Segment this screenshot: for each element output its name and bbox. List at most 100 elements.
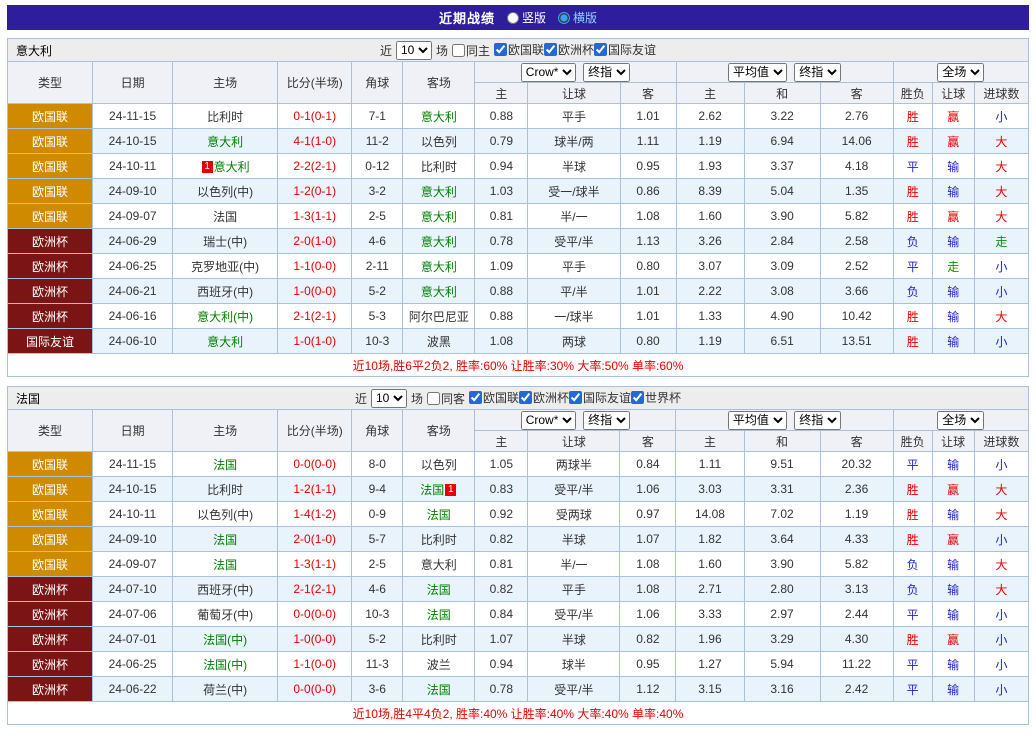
score[interactable]: 1-3(1-1) (278, 204, 352, 229)
home-team[interactable]: 意大利(中) (173, 304, 278, 329)
home-team[interactable]: 法国 (173, 527, 278, 552)
league-checkbox[interactable] (519, 391, 532, 404)
away-team[interactable]: 法国 (403, 677, 475, 702)
vertical-layout-radio[interactable] (507, 12, 519, 24)
same-venue-checkbox[interactable] (452, 44, 465, 57)
away-team[interactable]: 法国 (403, 602, 475, 627)
home-team[interactable]: 法国 (173, 552, 278, 577)
same-venue-filter[interactable]: 同客 (427, 390, 465, 407)
league-checkbox[interactable] (469, 391, 482, 404)
home-team[interactable]: 意大利 (173, 329, 278, 354)
score[interactable]: 2-0(1-0) (278, 229, 352, 254)
score[interactable]: 0-1(0-1) (278, 104, 352, 129)
league-filter[interactable]: 国际友谊 (594, 41, 656, 58)
europe-odds-source-select[interactable]: 平均值 (728, 411, 787, 430)
away-team[interactable]: 法国1 (403, 477, 475, 502)
home-team[interactable]: 1意大利 (173, 154, 278, 179)
horizontal-layout-radio[interactable] (558, 12, 570, 24)
away-team[interactable]: 意大利 (403, 179, 475, 204)
league-filter[interactable]: 欧洲杯 (519, 389, 569, 406)
bookmaker-select[interactable]: Crow* (521, 63, 576, 82)
league-checkbox[interactable] (494, 43, 507, 56)
away-team[interactable]: 比利时 (403, 527, 475, 552)
home-team[interactable]: 荷兰(中) (173, 677, 278, 702)
home-team[interactable]: 以色列(中) (173, 502, 278, 527)
away-team[interactable]: 波黑 (403, 329, 475, 354)
home-team[interactable]: 以色列(中) (173, 179, 278, 204)
bookmaker-select[interactable]: Crow* (521, 411, 576, 430)
europe-odds-source-select[interactable]: 平均值 (728, 63, 787, 82)
home-team[interactable]: 法国 (173, 204, 278, 229)
home-team[interactable]: 克罗地亚(中) (173, 254, 278, 279)
recent-count-select[interactable]: 10 (371, 389, 407, 408)
league-filter[interactable]: 国际友谊 (569, 389, 631, 406)
score[interactable]: 1-4(1-2) (278, 502, 352, 527)
recent-count-select[interactable]: 10 (396, 41, 432, 60)
score[interactable]: 0-0(0-0) (278, 602, 352, 627)
filters: 近 10 场 同主 欧国联欧洲杯国际友谊 (380, 41, 656, 60)
away-team[interactable]: 意大利 (403, 552, 475, 577)
away-team[interactable]: 意大利 (403, 104, 475, 129)
league-checkbox[interactable] (544, 43, 557, 56)
match-date: 24-06-25 (93, 254, 173, 279)
home-team[interactable]: 瑞士(中) (173, 229, 278, 254)
home-team[interactable]: 意大利 (173, 129, 278, 154)
period-select[interactable]: 全场 (937, 411, 984, 430)
europe-odds-type-select[interactable]: 终指 (794, 411, 841, 430)
home-team[interactable]: 比利时 (173, 104, 278, 129)
league-checkbox[interactable] (594, 43, 607, 56)
same-venue-filter[interactable]: 同主 (452, 42, 490, 59)
europe-odds-type-select[interactable]: 终指 (794, 63, 841, 82)
away-team[interactable]: 比利时 (403, 154, 475, 179)
away-team[interactable]: 比利时 (403, 627, 475, 652)
score[interactable]: 0-0(0-0) (278, 452, 352, 477)
same-venue-checkbox[interactable] (427, 392, 440, 405)
score[interactable]: 2-1(2-1) (278, 577, 352, 602)
home-team[interactable]: 西班牙(中) (173, 279, 278, 304)
score[interactable]: 1-2(1-1) (278, 477, 352, 502)
away-team[interactable]: 波兰 (403, 652, 475, 677)
league-filter[interactable]: 欧国联 (494, 41, 544, 58)
avg-draw-odds: 4.90 (744, 304, 820, 329)
league-checkbox[interactable] (569, 391, 582, 404)
away-team[interactable]: 以色列 (403, 452, 475, 477)
away-team[interactable]: 法国 (403, 577, 475, 602)
away-team[interactable]: 意大利 (403, 204, 475, 229)
score[interactable]: 1-2(0-1) (278, 179, 352, 204)
home-team[interactable]: 法国 (173, 452, 278, 477)
score[interactable]: 2-1(2-1) (278, 304, 352, 329)
league-filter[interactable]: 欧国联 (469, 389, 519, 406)
league-filter[interactable]: 欧洲杯 (544, 41, 594, 58)
home-team[interactable]: 法国(中) (173, 627, 278, 652)
score[interactable]: 1-1(0-0) (278, 652, 352, 677)
handicap-odds-type-select[interactable]: 终指 (583, 411, 630, 430)
away-team[interactable]: 以色列 (403, 129, 475, 154)
corners: 5-7 (352, 527, 403, 552)
handicap-odds-type-select[interactable]: 终指 (583, 63, 630, 82)
home-team[interactable]: 西班牙(中) (173, 577, 278, 602)
layout-option-vertical[interactable]: 竖版 (507, 9, 546, 26)
away-team[interactable]: 意大利 (403, 229, 475, 254)
league-checkbox[interactable] (631, 391, 644, 404)
score[interactable]: 1-0(0-0) (278, 279, 352, 304)
score[interactable]: 1-0(1-0) (278, 329, 352, 354)
score[interactable]: 2-0(1-0) (278, 527, 352, 552)
home-team[interactable]: 葡萄牙(中) (173, 602, 278, 627)
home-team[interactable]: 比利时 (173, 477, 278, 502)
col-home: 主场 (173, 62, 278, 104)
layout-option-horizontal[interactable]: 横版 (558, 9, 597, 26)
away-team[interactable]: 阿尔巴尼亚 (403, 304, 475, 329)
score[interactable]: 4-1(1-0) (278, 129, 352, 154)
league-filter[interactable]: 世界杯 (631, 389, 681, 406)
handicap-home-odds: 0.88 (475, 304, 528, 329)
score[interactable]: 2-2(2-1) (278, 154, 352, 179)
home-team[interactable]: 法国(中) (173, 652, 278, 677)
away-team[interactable]: 法国 (403, 502, 475, 527)
score[interactable]: 1-1(0-0) (278, 254, 352, 279)
score[interactable]: 1-3(1-1) (278, 552, 352, 577)
score[interactable]: 1-0(0-0) (278, 627, 352, 652)
away-team[interactable]: 意大利 (403, 279, 475, 304)
period-select[interactable]: 全场 (937, 63, 984, 82)
away-team[interactable]: 意大利 (403, 254, 475, 279)
score[interactable]: 0-0(0-0) (278, 677, 352, 702)
